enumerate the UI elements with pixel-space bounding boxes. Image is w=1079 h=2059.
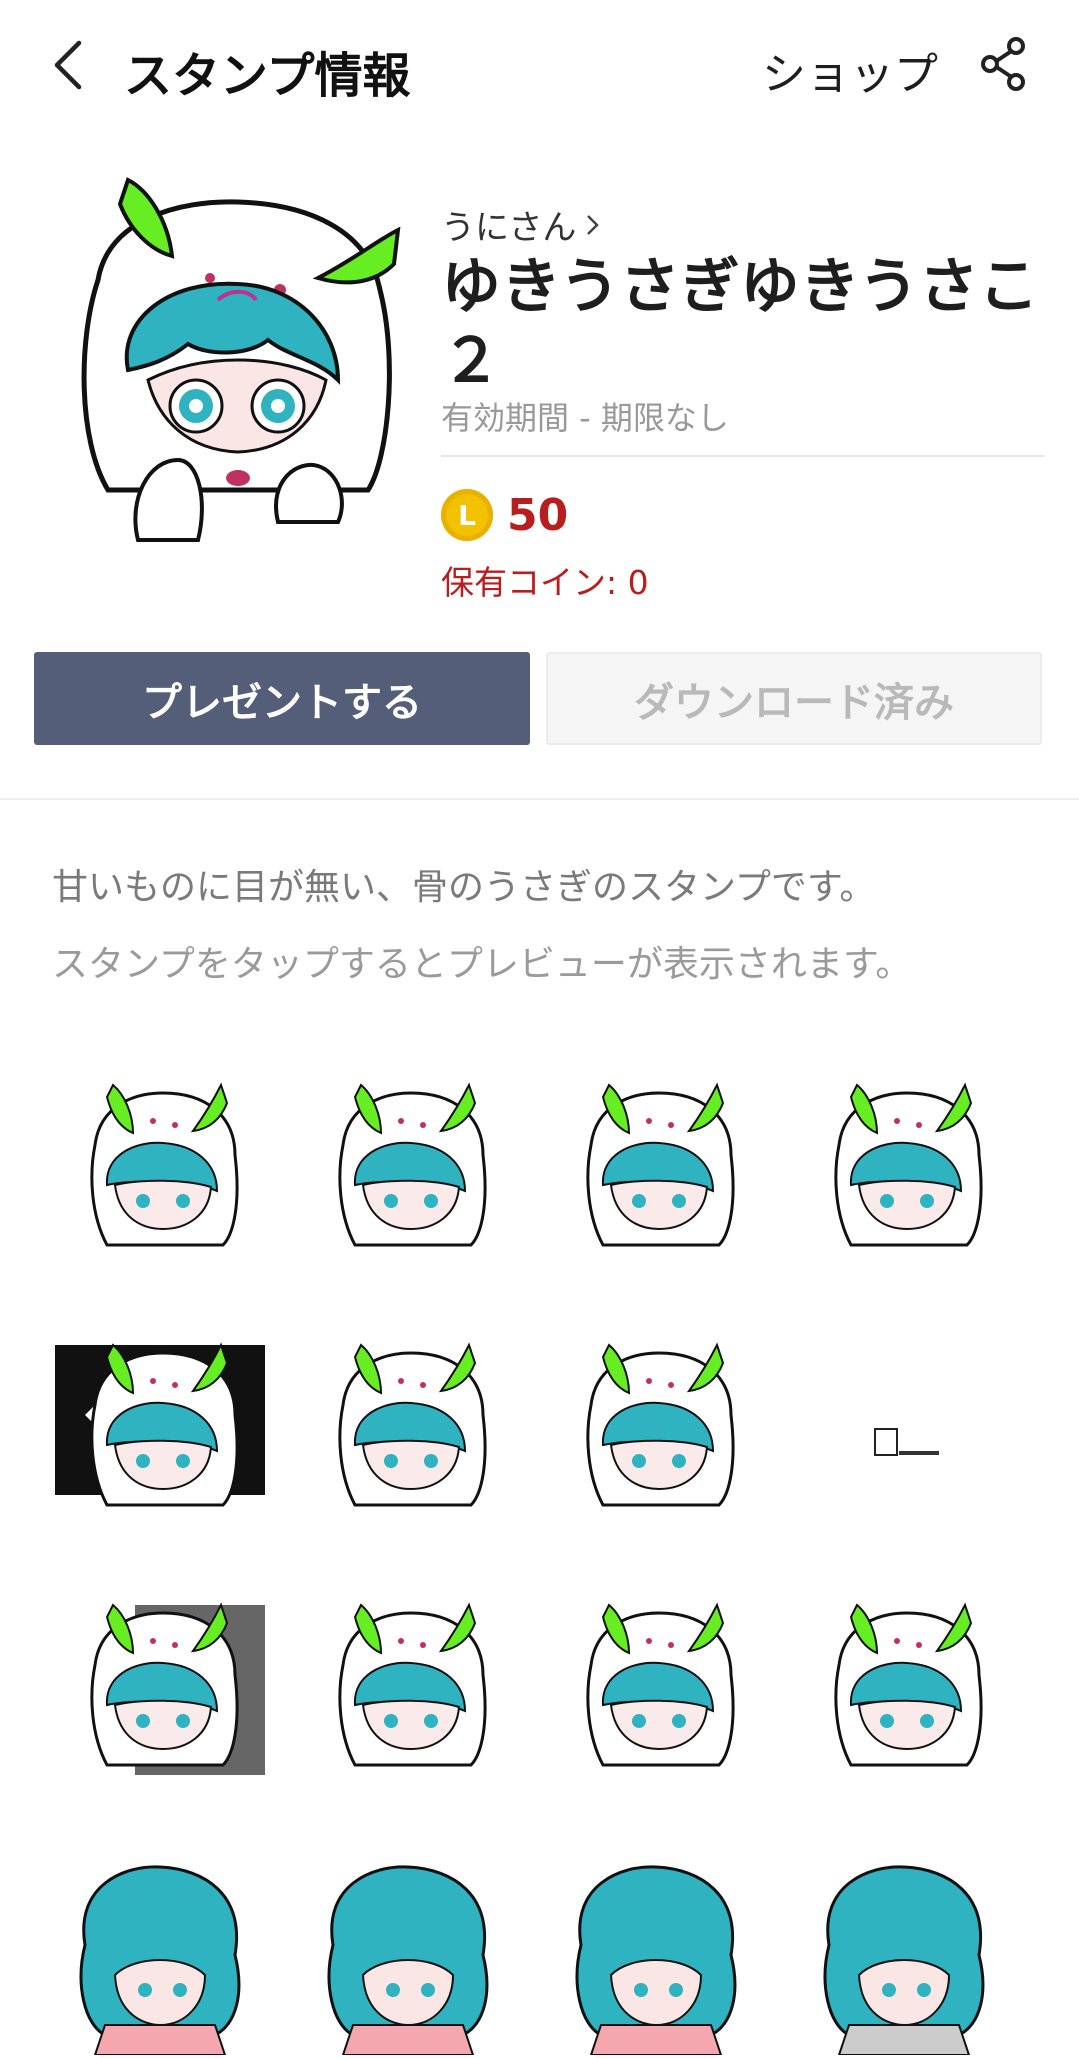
sticker-8[interactable]	[789, 1305, 1019, 1535]
back-button[interactable]	[44, 30, 92, 100]
sticker-14[interactable]	[293, 1825, 523, 2056]
page-title: スタンプ情報	[124, 48, 411, 104]
present-button[interactable]: プレゼントする	[34, 652, 530, 745]
preview-hint: スタンプをタップするとプレビューが表示されます。	[52, 944, 912, 985]
chevron-right-icon	[587, 214, 600, 235]
shop-link[interactable]: ショップ	[762, 38, 938, 102]
chevron-left-icon	[54, 40, 82, 90]
app-header: スタンプ情報 ショップ	[0, 0, 1079, 135]
author-name: うにさん	[441, 208, 577, 248]
pack-description: 甘いものに目が無い、骨のうさぎのスタンプです。	[52, 867, 876, 908]
sticker-12[interactable]	[789, 1565, 1019, 1795]
sticker-6[interactable]	[293, 1305, 523, 1535]
sticker-7[interactable]	[541, 1305, 771, 1535]
stamp-main-image	[68, 160, 406, 545]
sticker-15[interactable]	[541, 1825, 771, 2056]
sticker-13[interactable]	[45, 1825, 275, 2056]
pack-title: ゆきうさぎゆきうさこ２	[441, 252, 1039, 396]
price-row: L 50	[441, 487, 568, 543]
coin-icon: L	[441, 489, 493, 541]
downloaded-button[interactable]: ダウンロード済み	[546, 652, 1042, 745]
section-divider	[0, 798, 1079, 800]
sticker-1[interactable]	[45, 1045, 275, 1275]
author-link[interactable]: うにさん	[441, 200, 600, 249]
sticker-4[interactable]	[789, 1045, 1019, 1275]
info-divider	[441, 455, 1045, 457]
price-value: 50	[507, 489, 569, 541]
sticker-5[interactable]	[45, 1305, 275, 1535]
owned-coins: 保有コイン: 0	[441, 563, 649, 602]
sticker-3[interactable]	[541, 1045, 771, 1275]
share-button[interactable]	[978, 34, 1030, 94]
sticker-16[interactable]	[789, 1825, 1019, 2056]
sticker-9[interactable]	[45, 1565, 275, 1795]
sticker-2[interactable]	[293, 1045, 523, 1275]
share-icon	[981, 37, 1025, 91]
validity-text: 有効期間 - 期限なし	[441, 399, 729, 437]
sticker-10[interactable]	[293, 1565, 523, 1795]
sticker-11[interactable]	[541, 1565, 771, 1795]
